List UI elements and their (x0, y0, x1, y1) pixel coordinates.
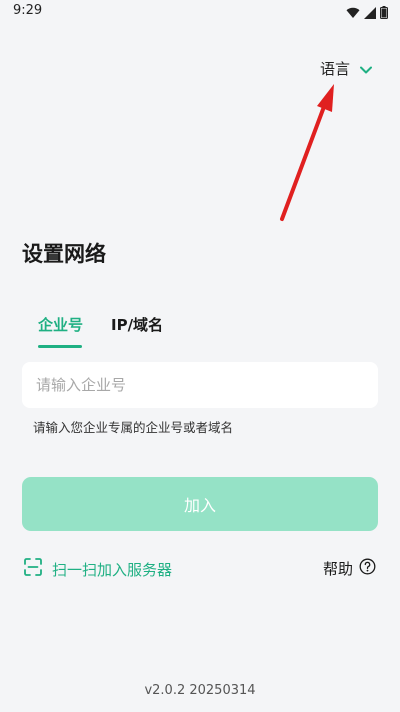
status-time: 9:29 (13, 3, 43, 18)
active-tab-indicator (38, 345, 82, 348)
scan-join-server-link[interactable]: 扫一扫加入服务器 (24, 558, 172, 580)
status-icons (346, 4, 388, 23)
signal-icon (364, 4, 376, 23)
scan-join-label: 扫一扫加入服务器 (52, 560, 173, 579)
help-link[interactable]: 帮助 (323, 558, 376, 579)
company-id-input[interactable] (22, 362, 378, 408)
help-label: 帮助 (323, 560, 354, 578)
battery-icon (380, 4, 388, 23)
chevron-down-icon (360, 59, 373, 78)
scan-icon (24, 558, 42, 580)
input-hint: 请输入您企业专属的企业号或者域名 (33, 420, 234, 435)
question-circle-icon (359, 558, 376, 579)
status-bar: 9:29 (0, 0, 400, 24)
tab-ip-domain[interactable]: IP/域名 (111, 314, 163, 335)
language-selector[interactable]: 语言 (320, 58, 373, 79)
language-label: 语言 (320, 60, 351, 78)
wifi-icon (346, 4, 360, 23)
page-title: 设置网络 (22, 242, 106, 266)
join-button[interactable]: 加入 (22, 477, 378, 531)
tab-company-id[interactable]: 企业号 (38, 314, 83, 335)
version-label: v2.0.2 20250314 (144, 683, 256, 698)
annotation-arrow (280, 84, 334, 221)
